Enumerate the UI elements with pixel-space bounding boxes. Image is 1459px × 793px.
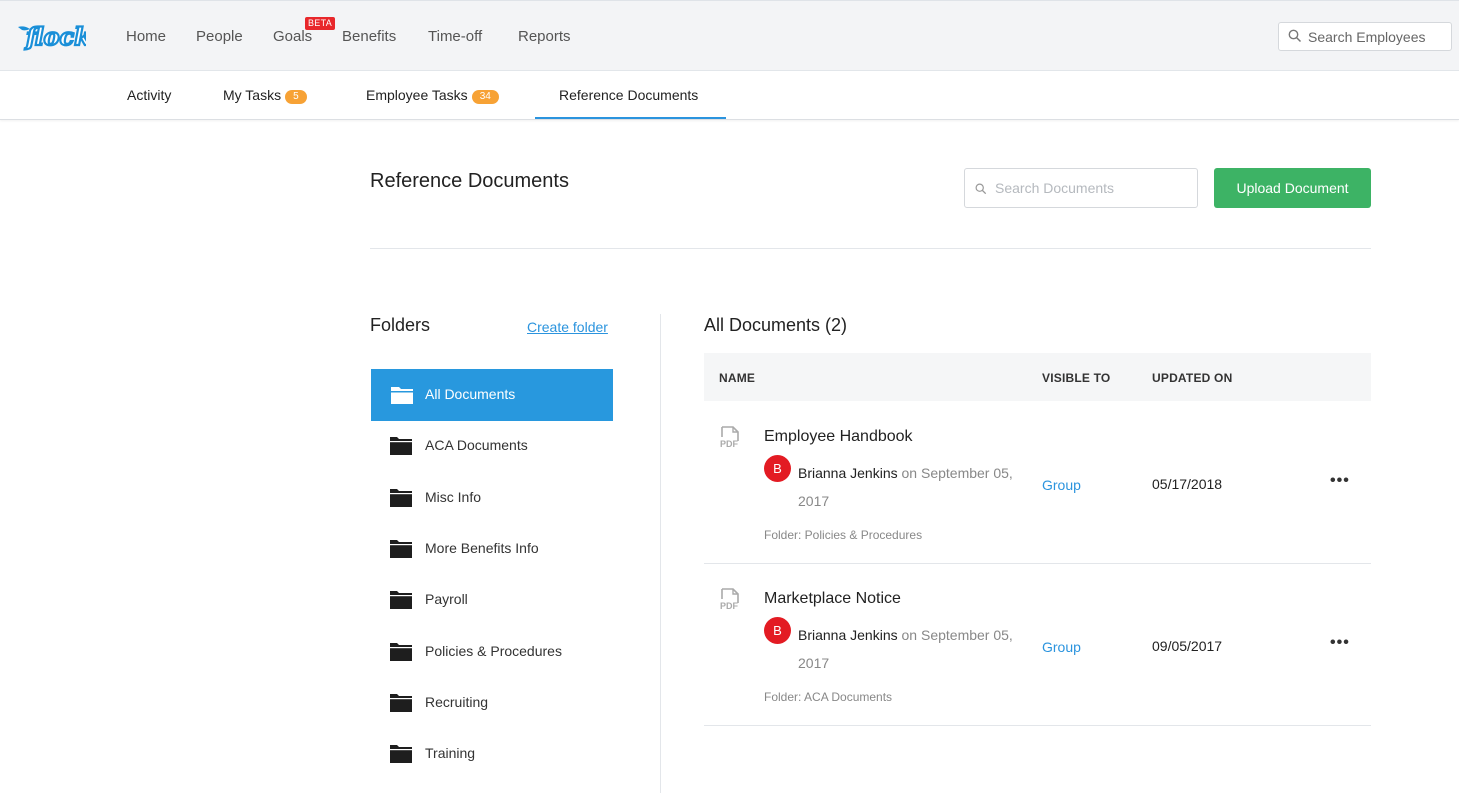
folder-icon — [390, 744, 412, 769]
pdf-file-icon: PDF — [718, 426, 742, 455]
header-divider — [370, 248, 1371, 249]
folder-icon — [390, 436, 412, 461]
column-header-visible-to[interactable]: VISIBLE TO — [1042, 371, 1110, 385]
document-search-input[interactable] — [995, 169, 1195, 207]
updated-on-date: 09/05/2017 — [1152, 638, 1223, 654]
employee-search-input[interactable] — [1308, 23, 1448, 50]
nav-time-off[interactable]: Time-off — [428, 28, 482, 45]
logo-text: flock — [24, 22, 86, 51]
active-tab-indicator — [535, 117, 726, 119]
visible-to-link[interactable]: Group — [1042, 477, 1081, 493]
folder-label: All Documents — [425, 386, 516, 402]
folder-label: Misc Info — [425, 489, 482, 505]
tab-activity[interactable]: Activity — [127, 87, 171, 103]
more-actions-icon[interactable]: ••• — [1330, 634, 1350, 652]
avatar: B — [764, 617, 791, 644]
tab-my-tasks[interactable]: My Tasks 5 — [223, 87, 307, 104]
document-folder: Folder: ACA Documents — [764, 690, 893, 704]
nav-home[interactable]: Home — [126, 28, 166, 45]
nav-people[interactable]: People — [196, 28, 243, 45]
folder-icon — [390, 642, 412, 667]
tab-employee-tasks-label: Employee Tasks — [366, 87, 468, 103]
documents-table-header: NAME VISIBLE TO UPDATED ON — [704, 353, 1371, 401]
folder-label: Training — [425, 745, 476, 761]
document-author-line: Brianna Jenkins on September 05, 2017 — [798, 459, 1028, 515]
table-row: PDF Employee Handbook B Brianna Jenkins … — [704, 402, 1371, 564]
create-folder-link[interactable]: Create folder — [527, 319, 608, 335]
nav-benefits[interactable]: Benefits — [342, 28, 396, 45]
folder-training[interactable]: Training — [371, 728, 613, 780]
folder-label: More Benefits Info — [425, 540, 539, 556]
folder-more-benefits-info[interactable]: More Benefits Info — [371, 523, 613, 575]
document-author-line: Brianna Jenkins on September 05, 2017 — [798, 621, 1028, 677]
folders-heading: Folders — [370, 315, 431, 335]
folder-misc-info[interactable]: Misc Info — [371, 472, 613, 524]
upload-document-button[interactable]: Upload Document — [1214, 168, 1371, 208]
author-name: Brianna Jenkins — [798, 627, 898, 643]
visible-to-link[interactable]: Group — [1042, 639, 1081, 655]
panel-divider — [660, 314, 661, 793]
tab-employee-tasks[interactable]: Employee Tasks 34 — [366, 87, 499, 104]
employee-tasks-count-badge: 34 — [471, 90, 499, 104]
document-search-box[interactable] — [964, 168, 1198, 208]
documents-heading: All Documents (2) — [704, 315, 848, 335]
pdf-file-icon: PDF — [718, 588, 742, 617]
document-name[interactable]: Employee Handbook — [764, 428, 913, 446]
page-title: Reference Documents — [370, 170, 569, 192]
folder-label: Recruiting — [425, 694, 489, 710]
svg-text:PDF: PDF — [720, 439, 739, 449]
avatar: B — [764, 455, 791, 482]
folder-label: ACA Documents — [425, 437, 528, 453]
folder-payroll[interactable]: Payroll — [371, 574, 613, 626]
employee-search-box[interactable] — [1278, 22, 1452, 51]
tab-reference-documents-label: Reference Documents — [559, 87, 699, 103]
more-actions-icon[interactable]: ••• — [1330, 472, 1350, 490]
folder-icon — [390, 693, 412, 718]
author-name: Brianna Jenkins — [798, 465, 898, 481]
folder-icon — [390, 539, 412, 564]
column-header-name[interactable]: NAME — [719, 371, 755, 385]
beta-badge: BETA — [305, 17, 336, 30]
flock-logo[interactable]: flock — [16, 19, 92, 53]
nav-goals[interactable]: Goals — [273, 28, 312, 45]
search-icon — [1288, 29, 1302, 48]
folder-all-documents[interactable]: All Documents — [371, 369, 613, 421]
folder-icon — [390, 488, 412, 513]
folder-policies-procedures[interactable]: Policies & Procedures — [371, 626, 613, 678]
tab-activity-label: Activity — [127, 87, 172, 103]
folder-icon — [390, 385, 414, 410]
tab-my-tasks-label: My Tasks — [223, 87, 282, 103]
search-icon — [975, 182, 987, 200]
column-header-updated-on[interactable]: UPDATED ON — [1152, 371, 1232, 385]
updated-on-date: 05/17/2018 — [1152, 476, 1223, 492]
tab-reference-documents[interactable]: Reference Documents — [559, 87, 698, 103]
svg-text:PDF: PDF — [720, 601, 739, 611]
sub-tabs-bar: Activity My Tasks 5 Employee Tasks 34 Refe… — [0, 71, 1459, 120]
folder-icon — [390, 590, 412, 615]
top-navigation-bar: flock Home People Goals BETA Benefits Ti… — [0, 0, 1459, 71]
folder-label: Payroll — [425, 591, 468, 607]
folder-recruiting[interactable]: Recruiting — [371, 677, 613, 729]
folder-label: Policies & Procedures — [425, 643, 562, 659]
document-name[interactable]: Marketplace Notice — [764, 590, 901, 608]
my-tasks-count-badge: 5 — [285, 90, 307, 104]
folder-aca-documents[interactable]: ACA Documents — [371, 420, 613, 472]
table-row: PDF Marketplace Notice B Brianna Jenkins… — [704, 564, 1371, 726]
nav-reports[interactable]: Reports — [518, 28, 571, 45]
document-folder: Folder: Policies & Procedures — [764, 528, 923, 542]
